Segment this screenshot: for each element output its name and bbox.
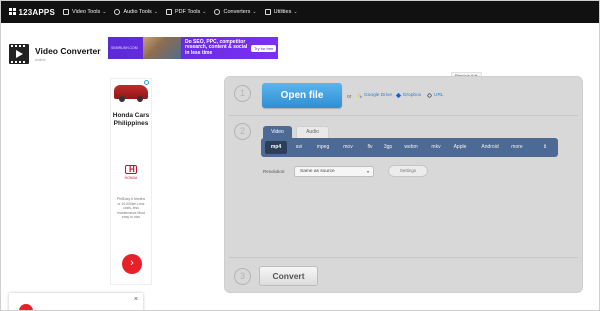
audio-icon	[114, 9, 121, 15]
resolution-select[interactable]: Same as source ▾	[294, 166, 374, 177]
step-1-badge: 1	[234, 85, 251, 102]
format-3gp[interactable]: 3gp	[378, 141, 398, 154]
side-ad[interactable]: Honda Cars Philippines HONDA PhilEasy 6 …	[110, 78, 152, 285]
nav-utilities[interactable]: Utilities ⌄	[264, 9, 298, 15]
format-android[interactable]: Android	[475, 141, 505, 154]
format-avi[interactable]: avi	[289, 141, 309, 154]
nav-label: Converters	[223, 9, 251, 15]
ad-brand: HONDA	[124, 176, 138, 180]
chevron-down-icon: ⌄	[293, 9, 298, 15]
step-3-badge: 3	[234, 268, 251, 285]
or-label: or	[347, 94, 352, 100]
tab-audio[interactable]: Audio	[296, 126, 329, 138]
more-caret-icon[interactable]: ⇕	[543, 141, 547, 154]
logo-text: 123APPS	[18, 7, 55, 17]
format-apple[interactable]: Apple	[448, 141, 472, 154]
chevron-down-icon: ⌄	[252, 9, 257, 15]
format-more[interactable]: more	[506, 141, 528, 154]
close-icon[interactable]: ×	[134, 296, 138, 303]
honda-logo-icon	[125, 165, 137, 174]
ad-small-text: PhilEasy 6 Months or 10,000km Less costs…	[116, 197, 146, 220]
resolution-value: Same as source	[300, 169, 335, 174]
converter-panel: 1 Open file or Google Drive Dropbox URL …	[224, 76, 583, 293]
nav-video-tools[interactable]: Video Tools ⌄	[63, 9, 106, 15]
chevron-down-icon: ⌄	[202, 9, 207, 15]
source-label: URL	[434, 93, 444, 98]
source-label: Dropbox	[403, 93, 422, 98]
format-mp4[interactable]: mp4	[265, 141, 287, 154]
url-link[interactable]: URL	[426, 92, 444, 99]
browser-page: 123APPS Video Tools ⌄ Audio Tools ⌄ PDF …	[0, 0, 600, 311]
tab-video[interactable]: Video	[263, 126, 292, 139]
chevron-down-icon: ⌄	[153, 9, 158, 15]
video-converter-icon	[9, 44, 29, 64]
convert-button[interactable]: Convert	[259, 266, 318, 286]
format-webm[interactable]: webm	[399, 141, 423, 154]
ad-image	[143, 37, 181, 59]
converters-icon	[214, 9, 221, 15]
format-flv[interactable]: flv	[360, 141, 380, 154]
video-icon	[63, 9, 69, 15]
ad-info-icon[interactable]	[144, 80, 149, 85]
ad-brand: SEMRUSH.COM	[111, 46, 138, 50]
format-mpeg[interactable]: mpeg	[311, 141, 335, 154]
format-mkv[interactable]: mkv	[425, 141, 447, 154]
nav-audio-tools[interactable]: Audio Tools ⌄	[114, 9, 158, 15]
google-drive-link[interactable]: Google Drive	[357, 93, 392, 98]
ad-copy: Do SEO, PPC, competitor research, conten…	[185, 39, 248, 56]
nav-label: Audio Tools	[123, 9, 152, 15]
divider	[229, 257, 578, 258]
nav-label: Utilities	[273, 9, 292, 15]
ad-cta-button[interactable]: Try for free	[251, 44, 277, 52]
step-2-badge: 2	[234, 123, 251, 140]
nav-pdf-tools[interactable]: PDF Tools ⌄	[166, 9, 206, 15]
source-label: Google Drive	[364, 93, 392, 98]
chevron-right-icon[interactable]: ›	[122, 254, 142, 274]
link-icon	[426, 92, 433, 99]
settings-button[interactable]: Settings	[388, 165, 428, 177]
nav-label: Video Tools	[72, 9, 101, 15]
dropbox-icon	[395, 92, 402, 99]
format-mov[interactable]: mov	[337, 141, 359, 154]
nav-converters[interactable]: Converters ⌄	[214, 9, 257, 15]
utilities-icon	[264, 9, 271, 15]
logo-grid-icon	[9, 7, 16, 17]
notification-icon	[19, 304, 33, 310]
open-file-button[interactable]: Open file	[262, 83, 342, 108]
page-subtitle: online	[35, 57, 46, 62]
car-image	[114, 85, 148, 102]
top-nav-bar: 123APPS Video Tools ⌄ Audio Tools ⌄ PDF …	[1, 1, 599, 23]
google-drive-icon	[357, 93, 362, 98]
notification-popup: ×	[9, 293, 143, 310]
page-title: Video Converter	[35, 46, 101, 56]
chevron-down-icon: ⌄	[102, 9, 107, 15]
resolution-label: Resolution:	[263, 169, 286, 174]
app-header: Video Converter online	[9, 44, 101, 64]
site-logo[interactable]: 123APPS	[9, 7, 55, 17]
divider	[229, 115, 578, 116]
banner-ad[interactable]: SEMRUSH.COM Do SEO, PPC, competitor rese…	[108, 37, 278, 59]
chevron-down-icon: ▾	[366, 169, 369, 174]
ad-headline: Honda Cars Philippines	[112, 112, 150, 127]
pdf-icon	[166, 9, 172, 15]
dropbox-link[interactable]: Dropbox	[395, 92, 422, 99]
nav-label: PDF Tools	[175, 9, 201, 15]
